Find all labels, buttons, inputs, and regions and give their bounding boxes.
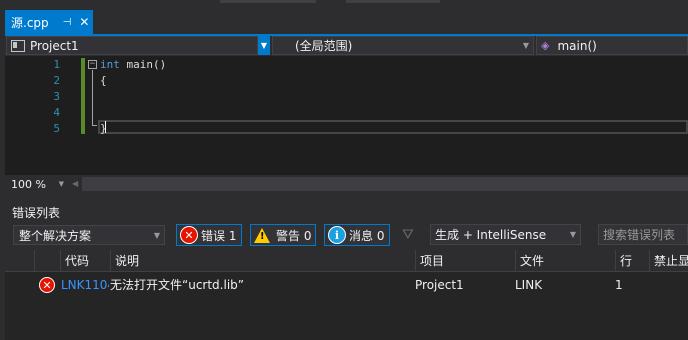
filter-funnel-icon[interactable]: ⛛: [402, 227, 414, 243]
error-description: 无法打开文件“ucrtd.lib”: [110, 278, 244, 292]
line-number: 3: [53, 90, 60, 103]
current-line-highlight: [98, 120, 688, 134]
errors-filter-button[interactable]: ✕ 错误 1: [176, 224, 242, 246]
scope-value: (全局范围): [295, 39, 353, 53]
code-line[interactable]: int main(): [100, 58, 166, 71]
toolbar-remnant: [346, 0, 440, 3]
chevron-down-icon: ▼: [153, 230, 160, 240]
scope-dropdown[interactable]: (全局范围) ▼: [272, 36, 534, 55]
warnings-label: 警告 0: [276, 228, 312, 243]
line-number: 2: [53, 74, 60, 87]
column-header-line[interactable]: 行: [615, 250, 649, 272]
warnings-filter-button[interactable]: ! 警告 0: [250, 224, 316, 246]
error-icon: ✕: [180, 226, 198, 244]
search-input[interactable]: 搜索错误列表: [598, 224, 688, 245]
column-header-project[interactable]: 项目: [415, 250, 515, 272]
line-number: 4: [53, 106, 60, 119]
code-text: main(): [119, 58, 167, 71]
messages-label: 消息 0: [349, 228, 385, 243]
chevron-down-icon: ▼: [569, 230, 576, 239]
code-text: {: [100, 74, 107, 87]
collapse-icon[interactable]: −: [88, 60, 97, 69]
tab-source-cpp[interactable]: 源.cpp ⊣ ✕: [5, 10, 93, 34]
project-name: Project1: [30, 38, 79, 53]
warning-icon: !: [254, 227, 270, 243]
outline-guide: [92, 70, 93, 126]
line-number: 1: [53, 58, 60, 71]
scroll-left-icon[interactable]: ◀: [72, 179, 78, 188]
column-header-description[interactable]: 说明: [110, 250, 415, 272]
code-editor[interactable]: [5, 56, 688, 175]
member-value: main(): [557, 38, 597, 53]
build-filter-value: 生成 + IntelliSense: [435, 228, 547, 242]
error-icon: ✕: [39, 277, 55, 293]
code-line[interactable]: {: [100, 74, 107, 87]
method-cube-icon: ◈: [541, 39, 550, 52]
member-dropdown[interactable]: ◈ main(): [536, 36, 688, 55]
panel-title: 错误列表: [12, 206, 61, 220]
toolbar-strip: [0, 0, 688, 10]
pin-icon[interactable]: ⊣: [63, 17, 72, 28]
chevron-down-icon: ▼: [58, 180, 64, 188]
tab-title: 源.cpp: [11, 15, 49, 30]
error-code-link[interactable]: LNK1104: [61, 276, 109, 294]
scope-filter-value: 整个解决方案: [19, 228, 92, 243]
search-placeholder: 搜索错误列表: [603, 228, 676, 242]
project-dropdown[interactable]: Project1: [6, 36, 258, 55]
error-line: 1: [615, 278, 623, 292]
column-header-icon[interactable]: [34, 250, 60, 272]
project-icon: [11, 39, 25, 52]
messages-filter-button[interactable]: i 消息 0: [324, 224, 390, 246]
close-icon[interactable]: ✕: [79, 15, 89, 29]
text-caret: [105, 121, 106, 133]
zoom-value: 100 %: [11, 177, 46, 191]
chevron-down-icon[interactable]: ▼: [258, 36, 270, 55]
info-icon: i: [328, 226, 346, 244]
zoom-dropdown[interactable]: 100 % ▼: [8, 176, 66, 192]
build-source-dropdown[interactable]: 生成 + IntelliSense ▼: [430, 224, 581, 245]
change-tracking-bar: [81, 58, 85, 134]
horizontal-scrollbar[interactable]: [82, 177, 688, 191]
chevron-down-icon: ▼: [522, 41, 529, 50]
column-header-suppression[interactable]: 禁止显: [649, 250, 688, 272]
solution-scope-dropdown[interactable]: 整个解决方案 ▼: [13, 225, 165, 245]
errors-label: 错误 1: [201, 228, 237, 243]
outline-guide-end: [92, 125, 97, 126]
error-project: Project1: [415, 278, 464, 292]
column-header-file[interactable]: 文件: [515, 250, 615, 272]
code-keyword: int: [100, 58, 120, 71]
column-header-code[interactable]: 代码: [60, 250, 110, 272]
error-file: LINK: [515, 278, 543, 292]
toolbar-remnant: [220, 0, 316, 3]
line-number: 5: [53, 122, 60, 135]
